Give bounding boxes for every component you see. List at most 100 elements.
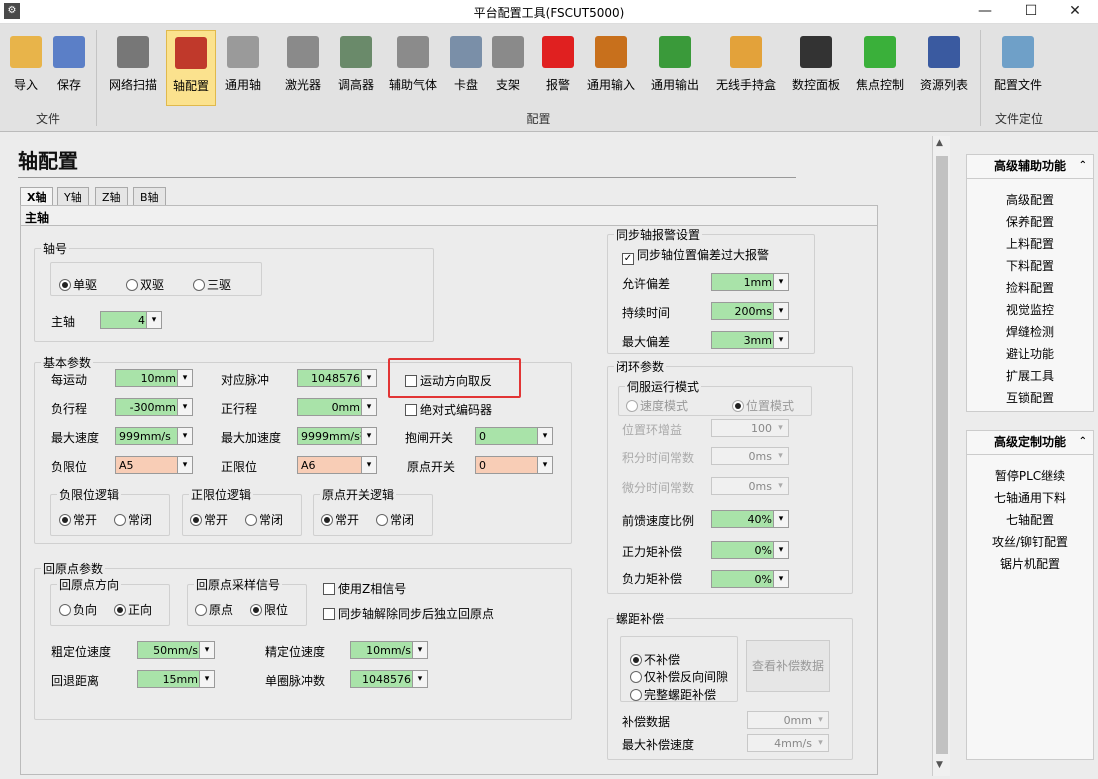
panel-item[interactable]: 保养配置 [967, 213, 1093, 230]
tab-x-axis[interactable]: X轴 [20, 187, 54, 205]
panel-item[interactable]: 七轴通用下料 [967, 489, 1093, 506]
duration-field[interactable]: 200ms ▾ [711, 302, 789, 320]
ribbon-btn-chuck[interactable]: 卡盘 [446, 30, 486, 106]
panel-item[interactable]: 暂停PLC继续 [967, 467, 1093, 484]
panel-item[interactable]: 扩展工具 [967, 367, 1093, 384]
pos-gain-field[interactable]: 100 ▾ [711, 419, 789, 437]
ribbon-btn-height-controller[interactable]: 调高器 [334, 30, 378, 106]
max-speed-field[interactable]: 999mm/s ▾ [115, 427, 193, 445]
ribbon-btn-config-file[interactable]: 配置文件 [986, 30, 1050, 106]
allow-dev-field[interactable]: 1mm ▾ [711, 273, 789, 291]
maximize-button[interactable]: ☐ [1008, 0, 1054, 24]
scroll-up-icon[interactable]: ▲ [936, 138, 943, 148]
radio-signal-limit[interactable]: 限位 [250, 601, 288, 618]
ribbon-btn-generic-axis[interactable]: 通用轴 [220, 30, 266, 106]
ribbon-btn-resource-list[interactable]: 资源列表 [914, 30, 974, 106]
panel-item[interactable]: 互锁配置 [967, 389, 1093, 406]
independent-home-checkbox[interactable]: 同步轴解除同步后独立回原点 [323, 605, 494, 622]
comp-data-field[interactable]: 0mm ▾ [747, 711, 829, 729]
ribbon-btn-output-arrow[interactable]: 通用输出 [646, 30, 704, 106]
close-button[interactable]: ✕ [1052, 0, 1098, 24]
tab-z-axis[interactable]: Z轴 [95, 187, 128, 205]
radio-home-negative[interactable]: 负向 [59, 601, 97, 618]
advanced-custom-header[interactable]: 高级定制功能 ⌃ [967, 431, 1093, 455]
pos-travel-field[interactable]: 0mm ▾ [297, 398, 377, 416]
derivative-field[interactable]: 0ms ▾ [711, 477, 789, 495]
radio-signal-origin[interactable]: 原点 [195, 601, 233, 618]
tab-y-axis[interactable]: Y轴 [57, 187, 89, 205]
ribbon-btn-wireless-handheld[interactable]: 无线手持盒 [708, 30, 784, 106]
gas-gauge-icon [397, 36, 429, 68]
radio-triple-drive[interactable]: 三驱 [193, 276, 231, 293]
tab-b-axis[interactable]: B轴 [133, 187, 166, 205]
subtab-main-axis[interactable]: 主轴 [20, 205, 878, 225]
comp-speed-label: 最大补偿速度 [622, 738, 695, 752]
scrollbar-thumb[interactable] [936, 156, 948, 754]
title-divider [18, 177, 796, 178]
feedforward-field[interactable]: 40% ▾ [711, 510, 789, 528]
main-axis-select[interactable]: 4 ▾ [100, 311, 162, 329]
integral-field[interactable]: 0ms ▾ [711, 447, 789, 465]
ribbon-btn-network-scan[interactable]: 网络扫描 [104, 30, 162, 106]
pulse-field[interactable]: 1048576 ▾ [297, 369, 377, 387]
panel-item[interactable]: 捡料配置 [967, 279, 1093, 296]
vertical-scrollbar[interactable]: ▲ ▼ [932, 136, 950, 776]
panel-item[interactable]: 攻丝/铆钉配置 [967, 533, 1093, 550]
radio-home-no[interactable]: 常开 [321, 511, 359, 528]
panel-item[interactable]: 上料配置 [967, 235, 1093, 252]
minimize-button[interactable]: — [962, 0, 1008, 24]
radio-backlash-comp[interactable]: 仅补偿反向间隙 [630, 668, 728, 685]
radio-no-comp[interactable]: 不补偿 [630, 651, 680, 668]
radio-home-positive[interactable]: 正向 [114, 601, 152, 618]
comp-speed-field[interactable]: 4mm/s ▾ [747, 734, 829, 752]
radio-single-drive[interactable]: 单驱 [59, 276, 97, 293]
max-accel-field[interactable]: 9999mm/s² ▾ [297, 427, 377, 445]
home-switch-select[interactable]: 0 ▾ [475, 456, 553, 474]
radio-neg-nc[interactable]: 常闭 [114, 511, 152, 528]
brake-select[interactable]: 0 ▾ [475, 427, 553, 445]
panel-item[interactable]: 避让功能 [967, 345, 1093, 362]
radio-speed-mode[interactable]: 速度模式 [626, 397, 688, 414]
panel-item[interactable]: 视觉监控 [967, 301, 1093, 318]
ribbon-btn-axis-motor[interactable]: 轴配置 [166, 30, 216, 106]
per-move-field[interactable]: 10mm ▾ [115, 369, 193, 387]
sync-alarm-checkbox[interactable]: ✓ 同步轴位置偏差过大报警 [622, 246, 769, 265]
ribbon-btn-floppy-disk[interactable]: 保存 [48, 30, 90, 106]
radio-dual-drive[interactable]: 双驱 [126, 276, 164, 293]
use-z-signal-checkbox[interactable]: 使用Z相信号 [323, 580, 406, 597]
ribbon-btn-alarm-light[interactable]: 报警 [538, 30, 578, 106]
ribbon-btn-bracket[interactable]: 支架 [488, 30, 528, 106]
ribbon-btn-focus-control[interactable]: 焦点控制 [850, 30, 910, 106]
neg-travel-field[interactable]: -300mm ▾ [115, 398, 193, 416]
scroll-down-icon[interactable]: ▼ [936, 760, 943, 770]
radio-pos-no[interactable]: 常开 [190, 511, 228, 528]
home-switch-label: 原点开关 [407, 460, 456, 474]
radio-pos-nc[interactable]: 常闭 [245, 511, 283, 528]
panel-item[interactable]: 锯片机配置 [967, 555, 1093, 572]
neg-torque-field[interactable]: 0% ▾ [711, 570, 789, 588]
panel-item[interactable]: 下料配置 [967, 257, 1093, 274]
panel-item[interactable]: 焊缝检测 [967, 323, 1093, 340]
pos-limit-select[interactable]: A6 ▾ [297, 456, 377, 474]
radio-full-comp[interactable]: 完整螺距补偿 [630, 686, 716, 703]
radio-home-nc[interactable]: 常闭 [376, 511, 414, 528]
panel-item[interactable]: 七轴配置 [967, 511, 1093, 528]
radio-neg-no[interactable]: 常开 [59, 511, 97, 528]
retreat-field[interactable]: 15mm ▾ [137, 670, 215, 688]
ribbon-btn-laser[interactable]: 激光器 [280, 30, 326, 106]
pulses-per-rev-field[interactable]: 1048576 ▾ [350, 670, 428, 688]
max-dev-field[interactable]: 3mm ▾ [711, 331, 789, 349]
radio-position-mode[interactable]: 位置模式 [732, 397, 794, 414]
view-comp-data-button[interactable]: 查看补偿数据 [746, 640, 830, 692]
advanced-aux-header[interactable]: 高级辅助功能 ⌃ [967, 155, 1093, 179]
ribbon-btn-folder-open[interactable]: 导入 [4, 30, 48, 106]
ribbon-btn-input-arrow[interactable]: 通用输入 [582, 30, 640, 106]
ribbon-btn-gas-gauge[interactable]: 辅助气体 [384, 30, 442, 106]
abs-encoder-checkbox[interactable]: 绝对式编码器 [405, 401, 492, 418]
pos-torque-field[interactable]: 0% ▾ [711, 541, 789, 559]
neg-limit-select[interactable]: A5 ▾ [115, 456, 193, 474]
panel-item[interactable]: 高级配置 [967, 191, 1093, 208]
ribbon-btn-cnc-panel[interactable]: 数控面板 [788, 30, 844, 106]
fine-speed-field[interactable]: 10mm/s ▾ [350, 641, 428, 659]
coarse-speed-field[interactable]: 50mm/s ▾ [137, 641, 215, 659]
